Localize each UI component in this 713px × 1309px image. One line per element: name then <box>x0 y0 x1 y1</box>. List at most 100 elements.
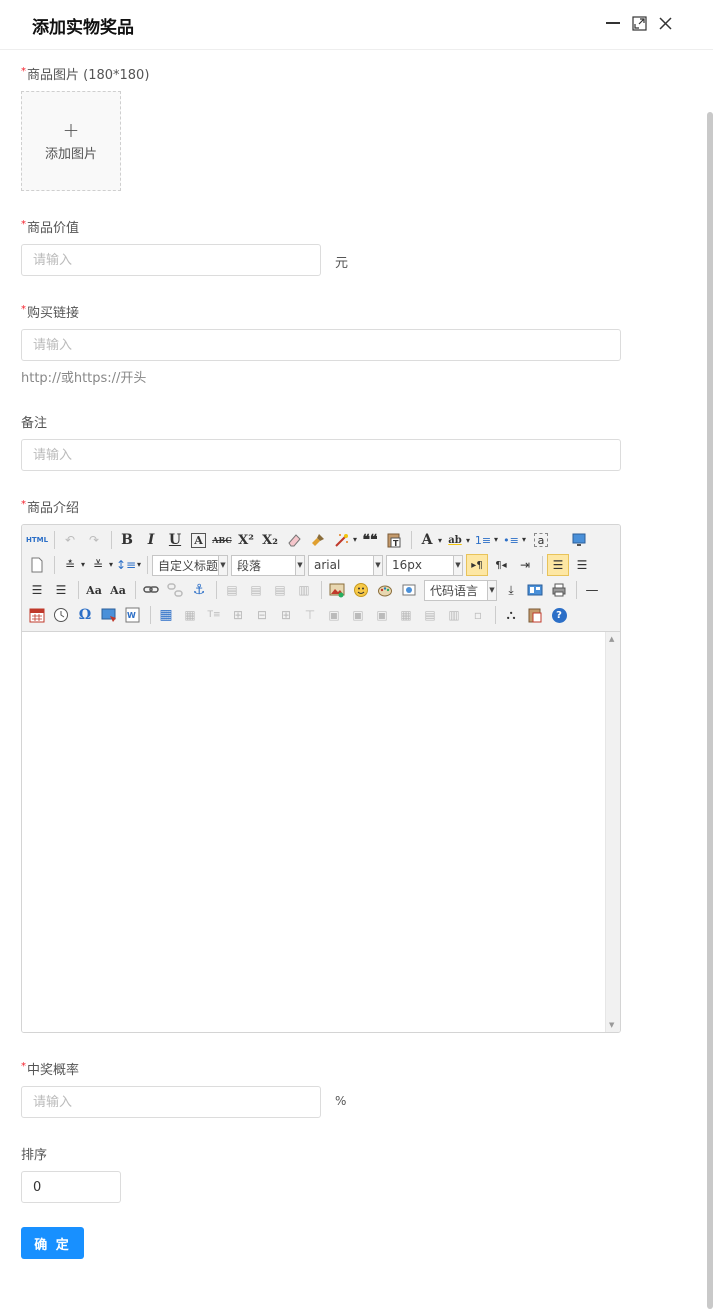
unordered-list-button[interactable]: •≡ <box>500 529 526 551</box>
blockquote-button[interactable]: ❝❝ <box>359 529 381 551</box>
scroll-down-icon[interactable]: ▼ <box>609 1021 614 1029</box>
insert-frame-button[interactable] <box>398 579 420 601</box>
image-center-button[interactable]: ▥ <box>293 579 315 601</box>
bold-button[interactable]: B <box>116 529 138 551</box>
remark-input[interactable] <box>21 439 621 471</box>
custom-heading-select[interactable]: 自定义标题 ▼ <box>152 554 228 576</box>
attachment-button[interactable]: W <box>122 604 144 626</box>
template-button[interactable] <box>524 579 546 601</box>
image-none-button[interactable]: ▤ <box>221 579 243 601</box>
align-right-button[interactable]: ☰ <box>26 579 48 601</box>
row-spacing-bottom-button[interactable]: ≚ <box>87 554 113 576</box>
link-button[interactable] <box>140 579 162 601</box>
merge-down-button[interactable]: ▣ <box>371 604 393 626</box>
format-brush-button[interactable] <box>307 529 329 551</box>
auto-format-button[interactable] <box>331 529 357 551</box>
redo-button[interactable]: ↷ <box>83 529 105 551</box>
font-border-button[interactable]: A <box>191 532 206 548</box>
sort-input[interactable] <box>21 1171 121 1203</box>
font-size-select[interactable]: 16px ▼ <box>386 554 463 576</box>
page-break-button[interactable]: ⤓ <box>500 579 522 601</box>
special-chars-button[interactable]: Ω <box>74 604 96 626</box>
paragraph-select[interactable]: 段落 ▼ <box>231 554 305 576</box>
insert-table-button[interactable]: ▦ <box>155 604 177 626</box>
merge-cells-icon: ▣ <box>328 608 340 622</box>
html-source-button[interactable]: HTML <box>26 529 48 551</box>
maximize-button[interactable] <box>630 14 648 32</box>
ordered-list-button[interactable]: 1≡ <box>472 529 498 551</box>
font-family-select[interactable]: arial ▼ <box>308 554 383 576</box>
image-right-button[interactable]: ▤ <box>269 579 291 601</box>
font-color-button[interactable]: A <box>416 529 442 551</box>
rtl-direction-button[interactable]: ¶◂ <box>490 554 512 576</box>
insert-col-button[interactable]: ⊞ <box>275 604 297 626</box>
image-none-icon: ▤ <box>226 583 238 597</box>
insert-video-button[interactable] <box>98 604 120 626</box>
merge-cells-button[interactable]: ▣ <box>323 604 345 626</box>
to-uppercase-button[interactable]: Aa <box>83 579 105 601</box>
help-button[interactable]: ? <box>548 604 570 626</box>
anchor-button[interactable]: ⚓ <box>188 579 210 601</box>
paste-plain-button[interactable]: T <box>383 529 405 551</box>
search-replace-button[interactable]: ⛬ <box>500 604 522 626</box>
unlink-icon <box>167 583 183 597</box>
minimize-button[interactable] <box>604 14 622 32</box>
eraser-button[interactable] <box>283 529 305 551</box>
anchor-icon: ⚓ <box>192 582 206 598</box>
select-all-button[interactable]: a <box>534 533 548 547</box>
image-upload[interactable]: + 添加图片 <box>21 91 121 191</box>
drafts-button[interactable] <box>524 604 546 626</box>
subscript-button[interactable]: X₂ <box>259 529 281 551</box>
to-lowercase-button[interactable]: Aa <box>107 579 129 601</box>
code-language-select[interactable]: 代码语言 ▼ <box>424 579 497 601</box>
new-document-button[interactable] <box>26 554 48 576</box>
insert-row-button[interactable]: ⊞ <box>227 604 249 626</box>
merge-right-button[interactable]: ▣ <box>347 604 369 626</box>
unlink-button[interactable] <box>164 579 186 601</box>
underline-button[interactable]: U <box>164 529 186 551</box>
editor-scrollbar[interactable]: ▲ ▼ <box>605 632 620 1032</box>
align-left-button[interactable]: ☰ <box>547 554 569 576</box>
superscript-button[interactable]: X² <box>235 529 257 551</box>
row-spacing-top-button[interactable]: ≛ <box>59 554 85 576</box>
split-to-cells-button[interactable]: ▦ <box>395 604 417 626</box>
delete-col-icon: ⊤ <box>304 608 316 622</box>
insert-paragraph-before-table-button[interactable]: T≡ <box>203 604 225 626</box>
justify-icon: ☰ <box>55 583 67 597</box>
image-left-button[interactable]: ▤ <box>245 579 267 601</box>
preview-button[interactable] <box>568 529 590 551</box>
undo-button[interactable]: ↶ <box>59 529 81 551</box>
link-input[interactable] <box>21 329 621 361</box>
align-center-button[interactable]: ☰ <box>571 554 593 576</box>
justify-button[interactable]: ☰ <box>50 579 72 601</box>
split-to-rows-button[interactable]: ▤ <box>419 604 441 626</box>
palette-icon <box>378 585 392 597</box>
probability-input[interactable] <box>21 1086 321 1118</box>
ltr-direction-button[interactable]: ▸¶ <box>466 554 488 576</box>
strikethrough-button[interactable]: ABC <box>211 529 233 551</box>
chart-button[interactable]: ▫ <box>467 604 489 626</box>
help-icon: ? <box>551 607 567 623</box>
background-color-button[interactable]: ab <box>444 529 470 551</box>
scroll-up-icon[interactable]: ▲ <box>609 635 614 643</box>
insert-image-button[interactable] <box>326 579 348 601</box>
delete-row-button[interactable]: ⊟ <box>251 604 273 626</box>
price-input[interactable] <box>21 244 321 276</box>
line-height-button[interactable]: ↕≡ <box>115 554 141 576</box>
wordimage-button[interactable] <box>548 579 570 601</box>
page-scrollbar-thumb[interactable] <box>707 112 713 1309</box>
scrawl-button[interactable] <box>374 579 396 601</box>
delete-col-button[interactable]: ⊤ <box>299 604 321 626</box>
insert-time-button[interactable] <box>50 604 72 626</box>
editor-content-area[interactable] <box>22 632 605 1032</box>
horizontal-rule-button[interactable]: — <box>581 579 603 601</box>
close-button[interactable] <box>656 14 674 32</box>
indent-button[interactable]: ⇥ <box>514 554 536 576</box>
split-to-cols-button[interactable]: ▥ <box>443 604 465 626</box>
delete-table-button[interactable]: ▦ <box>179 604 201 626</box>
price-label: *商品价值 <box>21 219 80 236</box>
italic-button[interactable]: I <box>140 529 162 551</box>
insert-date-button[interactable] <box>26 604 48 626</box>
submit-button[interactable]: 确 定 <box>21 1227 84 1259</box>
emotion-button[interactable] <box>350 579 372 601</box>
